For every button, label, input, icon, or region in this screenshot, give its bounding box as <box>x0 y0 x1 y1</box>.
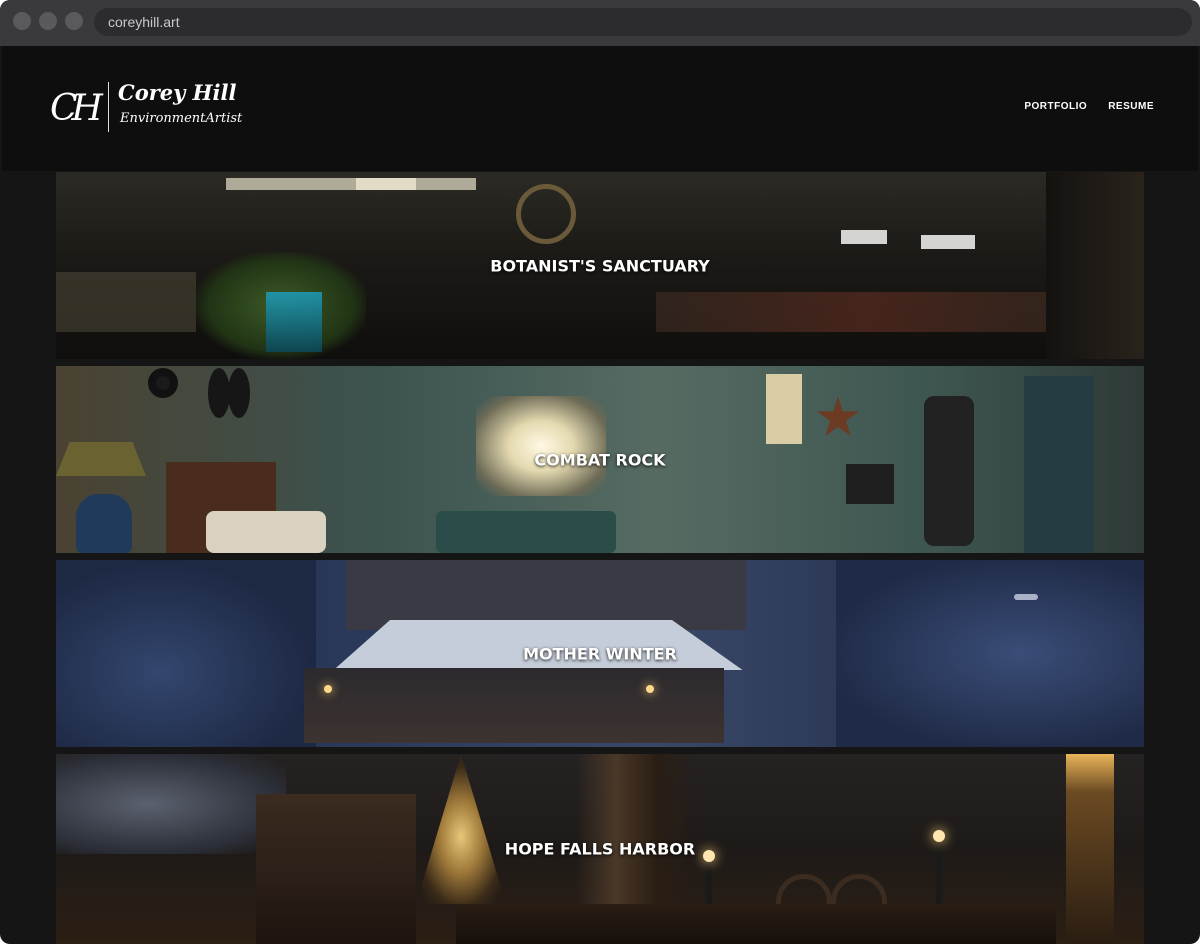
minimize-window-button[interactable] <box>39 12 57 30</box>
computer-monitor <box>846 464 894 504</box>
nav-portfolio-link[interactable]: PORTFOLIO <box>1024 101 1087 112</box>
house-upper-floor <box>346 560 746 630</box>
vinyl-record <box>148 368 178 398</box>
bed-pillow <box>206 511 326 553</box>
harbor-buildings <box>256 794 416 944</box>
porch-light <box>646 685 654 693</box>
browser-toolbar: coreyhill.art <box>0 0 1200 46</box>
vase <box>76 494 132 553</box>
christmas-tree <box>416 754 506 904</box>
zoom-window-button[interactable] <box>65 12 83 30</box>
pier <box>456 904 1056 944</box>
ceiling-light-strip <box>356 178 416 190</box>
logo-role: EnvironmentArtist <box>120 111 243 126</box>
project-title: BOTANIST'S SANCTUARY <box>490 256 710 275</box>
project-tile-mother-winter[interactable]: MOTHER WINTER <box>56 560 1144 747</box>
window-light <box>921 235 975 249</box>
porch <box>304 668 724 743</box>
address-bar[interactable]: coreyhill.art <box>94 8 1192 36</box>
main-nav: PORTFOLIO RESUME <box>1024 101 1154 112</box>
project-title: HOPE FALLS HARBOR <box>504 839 696 859</box>
hanging-jacket <box>924 396 974 546</box>
window-light <box>841 230 887 244</box>
logo-name: Corey Hill <box>118 80 237 105</box>
star-decoration <box>816 396 860 437</box>
project-title: COMBAT ROCK <box>534 450 666 469</box>
porch-light <box>324 685 332 693</box>
project-tile-hope-falls-harbor[interactable]: HOPE FALLS HARBOR <box>56 754 1144 944</box>
project-title: MOTHER WINTER <box>523 644 677 663</box>
project-tile-combat-rock[interactable]: COMBAT ROCK <box>56 366 1144 553</box>
browser-window: coreyhill.art CH Corey Hill EnvironmentA… <box>0 0 1200 944</box>
glowing-planter <box>266 292 322 352</box>
crates <box>56 272 196 332</box>
ornate-dial <box>516 184 576 244</box>
site-logo[interactable]: CH Corey Hill EnvironmentArtist <box>50 80 250 134</box>
ceiling-light-strip <box>226 178 476 190</box>
logo-divider <box>108 82 109 132</box>
nav-resume-link[interactable]: RESUME <box>1108 101 1154 112</box>
moonlight-glint <box>1014 594 1038 600</box>
poster <box>766 374 802 444</box>
logo-monogram: CH <box>50 88 103 129</box>
close-window-button[interactable] <box>13 12 31 30</box>
bed <box>436 511 616 553</box>
site-header: CH Corey Hill EnvironmentArtist PORTFOLI… <box>2 46 1198 171</box>
bright-window <box>476 396 606 496</box>
project-tile-botanists-sanctuary[interactable]: BOTANIST'S SANCTUARY <box>56 172 1144 359</box>
vinyl-record <box>228 368 250 418</box>
balcony-railing <box>656 292 1076 332</box>
vinyl-record <box>208 368 230 418</box>
